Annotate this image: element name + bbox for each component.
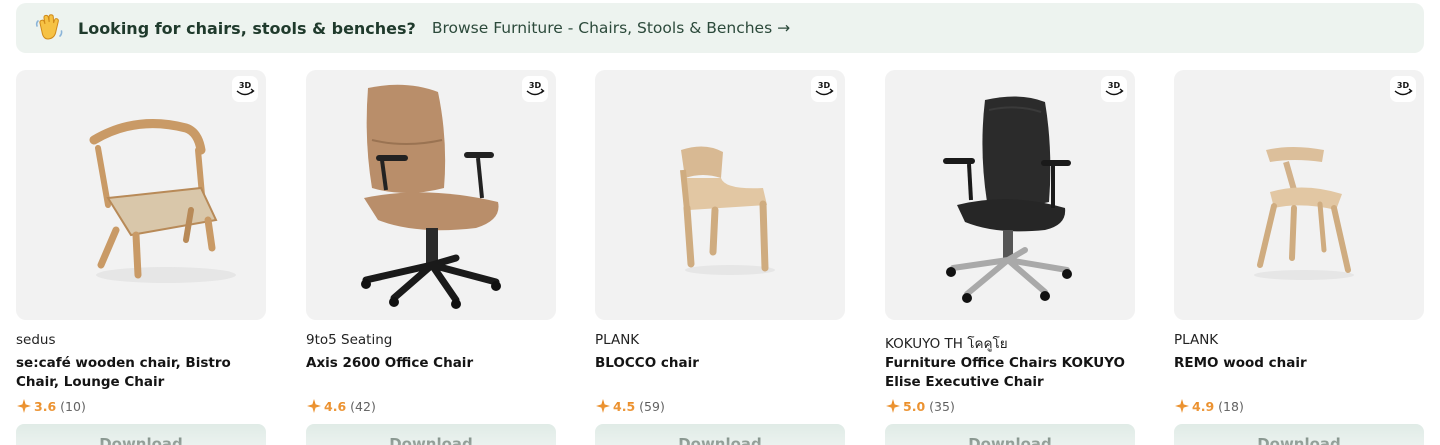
wooden-chair-image — [680, 146, 775, 275]
svg-text:3D: 3D — [1108, 81, 1121, 90]
svg-text:3D: 3D — [1397, 81, 1410, 90]
product-brand[interactable]: 9to5 Seating — [306, 332, 392, 348]
star-icon — [307, 399, 321, 413]
product-brand[interactable]: PLANK — [1174, 332, 1218, 348]
product-title[interactable]: se:café wooden chair, Bistro Chair, Loun… — [16, 354, 276, 392]
rating-score: 5.0 — [903, 398, 926, 414]
banner-question: Looking for chairs, stools & benches? — [78, 18, 416, 38]
product-title[interactable]: BLOCCO chair — [595, 354, 855, 373]
product-thumbnail[interactable]: 3D — [885, 70, 1135, 320]
svg-text:3D: 3D — [239, 81, 252, 90]
download-button[interactable]: Download — [306, 424, 556, 445]
rating-score: 4.9 — [1192, 398, 1215, 414]
rating-score: 3.6 — [34, 398, 57, 414]
product-title[interactable]: REMO wood chair — [1174, 354, 1434, 373]
product-card[interactable]: 3D 9to5 Seating Axis 2600 Office Chair 4… — [306, 70, 556, 445]
wooden-armchair-image — [89, 119, 236, 283]
product-rating: 5.0 (35) — [885, 398, 955, 414]
rating-count: (42) — [350, 398, 376, 414]
product-card[interactable]: 3D KOKUYO TH โคคูโย Furniture Office Cha… — [885, 70, 1135, 445]
product-rating: 3.6 (10) — [16, 398, 86, 414]
chairs-banner: Looking for chairs, stools & benches? Br… — [16, 3, 1424, 53]
rating-score: 4.5 — [613, 398, 636, 414]
wooden-chair-image — [1254, 147, 1354, 280]
download-button[interactable]: Download — [885, 424, 1135, 445]
3d-view-icon[interactable]: 3D — [232, 76, 258, 102]
product-brand[interactable]: PLANK — [595, 332, 639, 348]
3d-view-icon[interactable]: 3D — [811, 76, 837, 102]
office-chair-image — [361, 84, 501, 309]
product-title[interactable]: Furniture Office Chairs KOKUYO Elise Exe… — [885, 354, 1145, 392]
product-grid: 3D sedus se:café wooden chair, Bistro Ch… — [16, 70, 1424, 445]
product-rating: 4.5 (59) — [595, 398, 665, 414]
product-thumbnail[interactable]: 3D — [16, 70, 266, 320]
browse-chairs-link[interactable]: Browse Furniture - Chairs, Stools & Benc… — [432, 19, 790, 37]
product-card[interactable]: 3D sedus se:café wooden chair, Bistro Ch… — [16, 70, 266, 445]
product-brand[interactable]: sedus — [16, 332, 56, 348]
3d-view-icon[interactable]: 3D — [522, 76, 548, 102]
product-thumbnail[interactable]: 3D — [595, 70, 845, 320]
svg-text:3D: 3D — [529, 81, 542, 90]
product-title[interactable]: Axis 2600 Office Chair — [306, 354, 566, 373]
download-button[interactable]: Download — [595, 424, 845, 445]
rating-score: 4.6 — [324, 398, 347, 414]
product-thumbnail[interactable]: 3D — [306, 70, 556, 320]
product-thumbnail[interactable]: 3D — [1174, 70, 1424, 320]
svg-text:3D: 3D — [818, 81, 831, 90]
product-rating: 4.6 (42) — [306, 398, 376, 414]
download-button[interactable]: Download — [1174, 424, 1424, 445]
product-card[interactable]: 3D PLANK BLOCCO chair 4.5 (59) Download — [595, 70, 845, 445]
product-rating: 4.9 (18) — [1174, 398, 1244, 414]
star-icon — [17, 399, 31, 413]
product-card[interactable]: 3D PLANK REMO wood chair 4.9 (18) Downlo… — [1174, 70, 1424, 445]
rating-count: (35) — [929, 398, 955, 414]
3d-view-icon[interactable]: 3D — [1101, 76, 1127, 102]
product-brand[interactable]: KOKUYO TH โคคูโย — [885, 332, 1008, 354]
3d-view-icon[interactable]: 3D — [1390, 76, 1416, 102]
rating-count: (18) — [1218, 398, 1244, 414]
download-button[interactable]: Download — [16, 424, 266, 445]
star-icon — [596, 399, 610, 413]
rating-count: (59) — [639, 398, 665, 414]
rating-count: (10) — [60, 398, 86, 414]
star-icon — [886, 399, 900, 413]
waving-hand-icon — [32, 11, 66, 45]
star-icon — [1175, 399, 1189, 413]
executive-chair-image — [943, 96, 1072, 303]
